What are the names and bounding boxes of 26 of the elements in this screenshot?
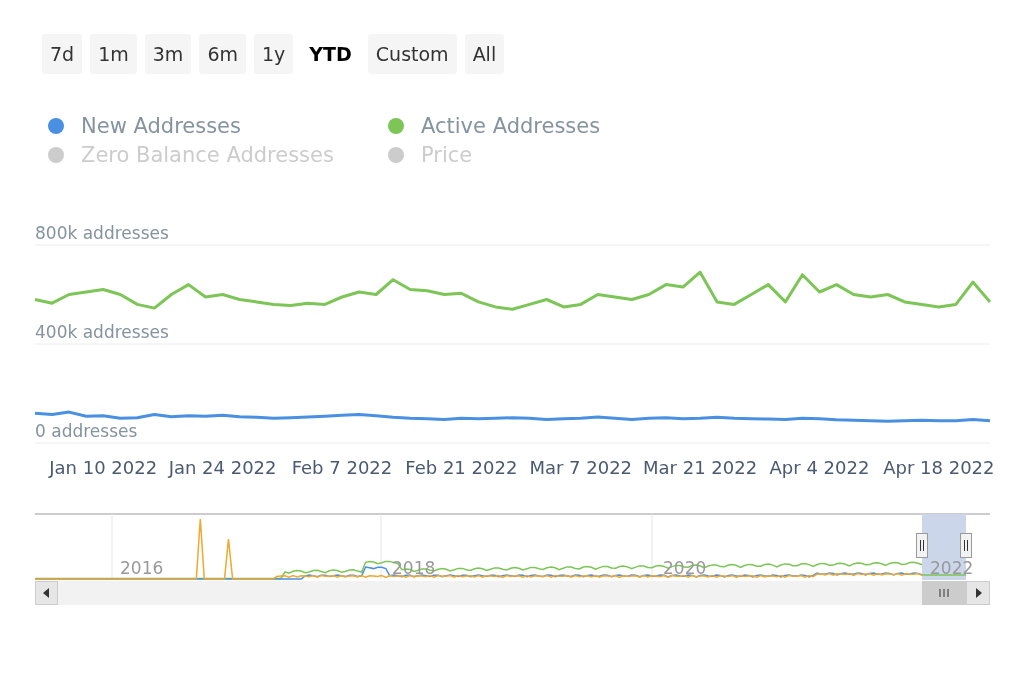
range-button[interactable]: 1m [90, 34, 137, 74]
range-button[interactable]: 6m [199, 34, 246, 74]
range-button[interactable]: 1y [254, 34, 294, 74]
scroll-left-button[interactable] [35, 581, 58, 605]
range-button[interactable]: 3m [144, 34, 192, 74]
y-axis-label: 800k addresses [35, 223, 169, 243]
year-label: 2022 [930, 558, 974, 578]
year-label: 2016 [120, 558, 164, 578]
x-axis-label: Jan 24 2022 [168, 457, 277, 478]
range-button[interactable]: Custom [367, 34, 457, 74]
x-axis-label: Mar 21 2022 [643, 457, 758, 478]
scrollbar-thumb[interactable] [922, 581, 966, 605]
range-handle[interactable] [916, 533, 928, 558]
x-axis-label: Feb 21 2022 [405, 457, 518, 478]
x-axis-label: Apr 18 2022 [883, 457, 995, 478]
x-axis-label: Feb 7 2022 [291, 457, 393, 478]
range-button[interactable]: YTD [301, 34, 360, 74]
scroll-right-button[interactable] [966, 581, 990, 605]
y-axis-label: 400k addresses [35, 322, 169, 342]
range-button[interactable]: 7d [42, 34, 83, 74]
x-axis-label: Mar 7 2022 [529, 457, 633, 478]
x-axis-label: Jan 10 2022 [49, 457, 158, 478]
x-axis-label: Apr 4 2022 [769, 457, 870, 478]
range-handle[interactable] [960, 533, 972, 558]
y-axis-label: 0 addresses [35, 421, 138, 441]
range-button[interactable]: All [464, 34, 505, 74]
